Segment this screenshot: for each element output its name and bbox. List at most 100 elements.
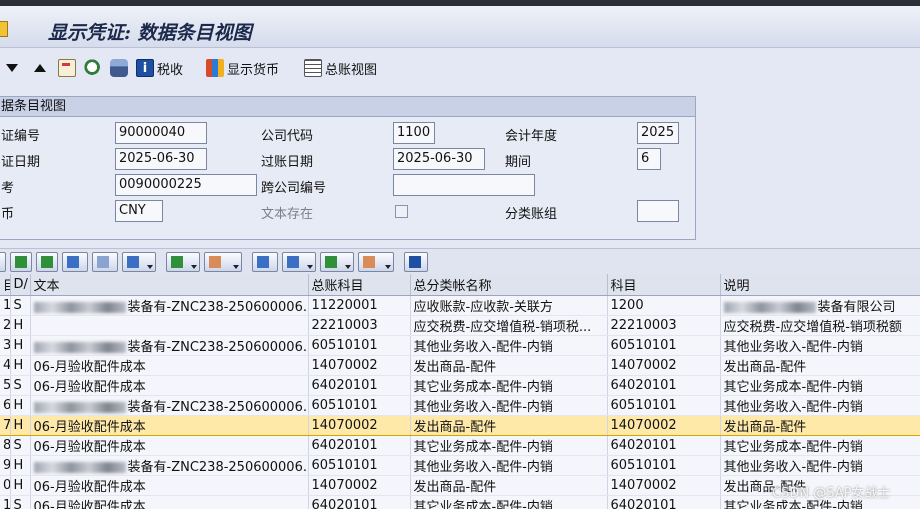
dc-column-header[interactable]: D/	[10, 274, 31, 296]
find-button[interactable]	[84, 58, 102, 78]
gl-name-cell[interactable]: 其它业务成本-配件-内销	[410, 375, 608, 396]
gl-name-cell[interactable]: 发出商品-配件	[410, 475, 608, 496]
text-cell[interactable]: 06-月验收配件成本	[30, 414, 309, 436]
dc-cell[interactable]: H	[10, 414, 31, 436]
item-cell[interactable]: 1	[0, 295, 11, 316]
gl-account-cell[interactable]: 64020101	[308, 495, 411, 509]
sort-ascending-button[interactable]	[10, 252, 32, 272]
total-button[interactable]	[166, 252, 200, 272]
dc-cell[interactable]: H	[10, 315, 31, 336]
tax-button[interactable]: i 税收	[136, 58, 183, 78]
company-code-field[interactable]: 1100	[393, 122, 435, 144]
previous-item-button[interactable]	[34, 58, 46, 78]
gl-name-cell[interactable]: 其他业务收入-配件-内销	[410, 335, 608, 356]
cross-company-field[interactable]	[393, 174, 535, 196]
gl-name-cell[interactable]: 其他业务收入-配件-内销	[410, 395, 608, 416]
account-cell[interactable]: 64020101	[607, 435, 721, 456]
account-cell[interactable]: 1200	[607, 295, 721, 316]
gl-account-cell[interactable]: 64020101	[308, 375, 411, 396]
text-cell[interactable]	[30, 315, 309, 336]
print-preview-button[interactable]	[252, 252, 278, 272]
gl-account-cell[interactable]: 11220001	[308, 295, 411, 316]
description-cell[interactable]: 发出商品-配件	[720, 355, 920, 376]
item-column-header[interactable]: 目	[0, 274, 11, 296]
fiscal-year-field[interactable]: 2025	[637, 122, 679, 144]
text-cell[interactable]: 06-月验收配件成本	[30, 435, 309, 456]
gl-account-cell[interactable]: 14070002	[308, 475, 411, 496]
item-cell[interactable]: 5	[0, 375, 11, 396]
text-cell[interactable]: 装备有-ZNC238-250600006...	[30, 335, 309, 356]
table-row[interactable]: 5S06-月验收配件成本64020101其它业务成本-配件-内销64020101…	[0, 375, 920, 396]
description-cell[interactable]: 其他业务收入-配件-内销	[720, 335, 920, 356]
gl-name-cell[interactable]: 应收账款-应收款-关联方	[410, 295, 608, 316]
account-cell[interactable]: 60510101	[607, 455, 721, 476]
text-exists-checkbox[interactable]	[395, 205, 408, 218]
account-cell[interactable]: 60510101	[607, 395, 721, 416]
table-row[interactable]: 2H22210003应交税费-应交增值税-销项税...22210003应交税费-…	[0, 315, 920, 336]
description-cell[interactable]: 其它业务成本-配件-内销	[720, 435, 920, 456]
account-cell[interactable]: 14070002	[607, 355, 721, 376]
item-cell[interactable]: 9	[0, 455, 11, 476]
description-column-header[interactable]: 说明	[720, 274, 920, 296]
gl-name-cell[interactable]: 其它业务成本-配件-内销	[410, 495, 608, 509]
gl-account-cell[interactable]: 60510101	[308, 335, 411, 356]
dc-cell[interactable]: S	[10, 495, 31, 509]
text-cell[interactable]: 装备有-ZNC238-250600006...	[30, 295, 309, 316]
dc-cell[interactable]: S	[10, 375, 31, 396]
gl-name-cell[interactable]: 其他业务收入-配件-内销	[410, 455, 608, 476]
gl-name-cell[interactable]: 应交税费-应交增值税-销项税...	[410, 315, 608, 336]
table-row[interactable]: 6H装备有-ZNC238-250600006...60510101其他业务收入-…	[0, 395, 920, 416]
general-ledger-view-button[interactable]: 总账视图	[304, 58, 377, 78]
description-cell[interactable]: 其他业务收入-配件-内销	[720, 395, 920, 416]
filter-button[interactable]	[122, 252, 156, 272]
find-next-button[interactable]	[92, 252, 118, 272]
gl-name-cell[interactable]: 其它业务成本-配件-内销	[410, 435, 608, 456]
info-button[interactable]	[404, 252, 428, 272]
grid-left-edge-button[interactable]	[0, 252, 6, 272]
gl-account-cell[interactable]: 60510101	[308, 455, 411, 476]
menu-icon[interactable]	[0, 21, 8, 37]
gl-account-cell[interactable]: 14070002	[308, 414, 411, 436]
gl-account-column-header[interactable]: 总账科目	[308, 274, 411, 296]
document-date-field[interactable]: 2025-06-30	[115, 148, 207, 170]
item-cell[interactable]: 6	[0, 395, 11, 416]
gl-account-cell[interactable]: 64020101	[308, 435, 411, 456]
next-item-button[interactable]	[6, 58, 18, 78]
text-cell[interactable]: 06-月验收配件成本	[30, 355, 309, 376]
table-row[interactable]: 9H装备有-ZNC238-250600006...60510101其他业务收入-…	[0, 455, 920, 476]
dc-cell[interactable]: S	[10, 435, 31, 456]
sort-descending-button[interactable]	[36, 252, 58, 272]
item-cell[interactable]: 1	[0, 495, 11, 509]
find-in-grid-button[interactable]	[62, 252, 88, 272]
subtotal-button[interactable]	[204, 252, 242, 272]
currency-field[interactable]: CNY	[115, 200, 163, 222]
table-row[interactable]: 4H06-月验收配件成本14070002发出商品-配件14070002发出商品-…	[0, 355, 920, 376]
gl-account-cell[interactable]: 60510101	[308, 395, 411, 416]
gl-name-column-header[interactable]: 总分类帐名称	[410, 274, 608, 296]
gl-name-cell[interactable]: 发出商品-配件	[410, 414, 608, 436]
reference-field[interactable]: 0090000225	[115, 174, 257, 196]
description-cell[interactable]: 其它业务成本-配件-内销	[720, 375, 920, 396]
table-row[interactable]: 8S06-月验收配件成本64020101其它业务成本-配件-内销64020101…	[0, 435, 920, 456]
description-cell[interactable]: 发出商品-配件	[720, 414, 920, 436]
text-column-header[interactable]: 文本	[30, 274, 309, 296]
text-cell[interactable]: 装备有-ZNC238-250600006...	[30, 455, 309, 476]
text-cell[interactable]: 06-月验收配件成本	[30, 375, 309, 396]
layout-button[interactable]	[358, 252, 394, 272]
gl-account-cell[interactable]: 22210003	[308, 315, 411, 336]
dc-cell[interactable]: H	[10, 395, 31, 416]
dc-cell[interactable]: H	[10, 455, 31, 476]
table-row[interactable]: 1S 装备有-ZNC238-250600006...11220001应收账款-应收…	[0, 295, 920, 316]
item-cell[interactable]: 8	[0, 435, 11, 456]
dc-cell[interactable]: S	[10, 295, 31, 316]
document-number-field[interactable]: 90000040	[115, 122, 207, 144]
text-cell[interactable]: 06-月验收配件成本	[30, 495, 309, 509]
account-cell[interactable]: 14070002	[607, 414, 721, 436]
account-cell[interactable]: 22210003	[607, 315, 721, 336]
posting-date-field[interactable]: 2025-06-30	[393, 148, 485, 170]
dc-cell[interactable]: H	[10, 355, 31, 376]
period-field[interactable]: 6	[637, 148, 661, 170]
account-cell[interactable]: 60510101	[607, 335, 721, 356]
account-cell[interactable]: 14070002	[607, 475, 721, 496]
item-cell[interactable]: 2	[0, 315, 11, 336]
